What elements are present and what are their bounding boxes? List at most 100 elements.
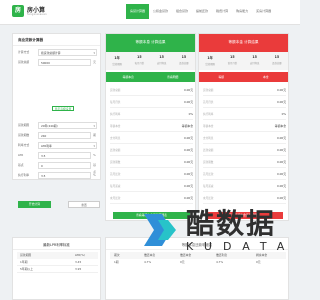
- brand-subtitle: fangxiaosuan: [27, 13, 47, 16]
- result-row: 还款总额 0.00元: [203, 144, 286, 156]
- table-cell: 1期: [114, 260, 119, 264]
- result-value: 0%: [188, 112, 193, 116]
- result-row: 等额本金 等额本金: [110, 120, 193, 132]
- stat-item: 15 支付利息: [151, 52, 173, 70]
- form-row-calc-method: 计算方式 按贷款总额计算: [18, 49, 97, 56]
- lpr-table-header: 贷款期限 LPR(%): [17, 252, 98, 259]
- field-label: 基点: [18, 163, 24, 167]
- result-label: 每月月供: [110, 101, 121, 104]
- column-header: 偿还利息: [216, 253, 228, 257]
- schedule-title: 等额本息还款明细表: [181, 243, 213, 247]
- nav-item-home-buying[interactable]: 买房计算器: [252, 4, 275, 19]
- result-value: 0.00元: [276, 148, 286, 152]
- view-schedule-button[interactable]: 查看等额本金还款明细表: [206, 212, 283, 219]
- periods-input[interactable]: 240: [38, 132, 91, 139]
- panel-tab-button[interactable]: 本金: [243, 72, 288, 82]
- stat-item: 15 还款总额: [173, 52, 195, 70]
- result-value: 0.00元: [183, 88, 193, 92]
- result-row: 每月递减 0.00元: [203, 180, 286, 192]
- result-row: 首月月供 0.00元: [203, 96, 286, 108]
- repayment-schedule-card: 等额本息还款明细表 期次 偿还本息 偿还本金 偿还利息 剩余本金 1期 4.7%…: [105, 237, 289, 300]
- calc-method-select[interactable]: 按贷款总额计算: [38, 49, 97, 56]
- stat-value: 15: [159, 55, 164, 59]
- field-label: 计算方式: [18, 50, 30, 54]
- panel-tab-button[interactable]: 等额本息: [106, 72, 151, 82]
- table-row: 5年期以上 3.95: [17, 266, 98, 273]
- result-row: 支付利息 0.00元: [203, 132, 286, 144]
- result-label: 贷款总额: [110, 89, 121, 92]
- stat-label: 贷款期限: [112, 62, 122, 66]
- result-row: 贷款期数 0.00元: [203, 156, 286, 168]
- result-row: 每月月供 0.00元: [110, 96, 193, 108]
- result-value: 0.00元: [276, 160, 286, 164]
- result-label: 首月还款: [203, 173, 214, 176]
- result-label: 末月还款: [203, 197, 214, 200]
- form-row-lpr: LPR 3.5 %: [18, 152, 97, 159]
- rate-method-select[interactable]: LPR利率: [38, 142, 97, 149]
- result-value: 0.00元: [183, 172, 193, 176]
- schedule-table-header: 期次 偿还本息 偿还本金 偿还利息 剩余本金: [110, 252, 286, 259]
- calculate-button[interactable]: 开始计算: [18, 201, 51, 208]
- main-nav: 房贷计算器 公积金贷款 组合贷款 提前还款 税费计算 购房能力 买房计算器: [126, 4, 275, 19]
- stat-label: 支付利息: [249, 61, 260, 65]
- result-value: 0.00元: [276, 184, 286, 188]
- result-value: 0.00元: [276, 88, 286, 92]
- table-cell: 0元: [256, 260, 261, 264]
- divider: [13, 249, 100, 250]
- nav-item-tax[interactable]: 税费计算: [212, 4, 232, 19]
- lpr-title: 最新LPR利率标准: [43, 243, 70, 247]
- stat-item: 15 支付利息: [244, 52, 266, 70]
- panel-tab-button[interactable]: 查看明细: [150, 72, 195, 82]
- table-cell: 5年期以上: [20, 267, 33, 271]
- result-value: 0.00元: [276, 172, 286, 176]
- unit-label: %: [93, 173, 96, 177]
- panel-header: 等额本息 计算结果: [106, 34, 195, 52]
- exec-rate-input[interactable]: 3.5: [38, 172, 91, 179]
- column-header: 贷款期限: [20, 253, 32, 257]
- panel-tab-button[interactable]: 等额: [199, 72, 244, 82]
- brand-logo-icon[interactable]: 房: [12, 5, 24, 17]
- result-label: 等额本金: [110, 125, 121, 128]
- result-row: 首月还款 0.00元: [203, 168, 286, 180]
- result-value: 等额本金: [181, 124, 193, 128]
- result-label: 执行利率: [203, 113, 214, 116]
- result-value: 0.00元: [183, 148, 193, 152]
- field-label: 利率方式: [18, 143, 30, 147]
- stat-label: 首月月供: [227, 61, 238, 65]
- result-label: 贷款期数: [203, 161, 214, 164]
- nav-item-provident-fund[interactable]: 公积金贷款: [149, 4, 172, 19]
- view-schedule-button[interactable]: 查看等额本息还款明细表: [113, 212, 190, 219]
- field-label: 贷款总额: [18, 60, 30, 64]
- form-title: 商业贷款计算器: [18, 38, 44, 42]
- summary-stats: 1年 贷款期限 15 首月月供 15 支付利息 15 还款总额: [199, 52, 288, 70]
- nav-item-affordability[interactable]: 购房能力: [232, 4, 252, 19]
- stat-label: 还款总额: [272, 61, 282, 65]
- form-row-loan-amount: 贷款总额 50000 元: [18, 59, 97, 66]
- summary-stats: 1年 贷款期限 15 每月月供 15 支付利息 15 还款总额: [106, 52, 195, 70]
- reset-button[interactable]: 重置: [68, 201, 100, 208]
- lpr-input[interactable]: 3.5: [38, 152, 91, 159]
- nav-item-mortgage[interactable]: 房贷计算器: [126, 4, 150, 19]
- unit-label: %: [93, 153, 96, 157]
- form-row-periods: 贷款期数 240 期: [18, 132, 97, 139]
- unit-label: 元: [93, 60, 96, 64]
- stat-value: 15: [252, 55, 257, 59]
- basis-points-input[interactable]: 0: [38, 162, 91, 169]
- result-value: 0.00元: [276, 136, 286, 140]
- lpr-rate-card: 最新LPR利率标准 贷款期限 LPR(%) 1年期 3.45 5年期以上 3.9…: [12, 237, 101, 300]
- panel-button-bar: 等额本息 查看明细: [106, 72, 195, 82]
- stat-value: 15: [274, 55, 280, 59]
- nav-item-combined-loan[interactable]: 组合贷款: [172, 4, 192, 19]
- show-advanced-button[interactable]: 显示高级设置: [52, 106, 74, 111]
- result-label: 首月还款: [110, 173, 121, 176]
- form-row-exec-rate: 执行利率 3.5 %: [18, 172, 97, 179]
- result-row: 等额本金 等额本金: [203, 120, 286, 132]
- stat-value: 15: [230, 55, 235, 59]
- table-row: 1期 4.7% 0元 4.7% 0元: [110, 259, 286, 266]
- loan-term-select[interactable]: 20年(240期): [38, 122, 97, 129]
- table-cell: 3.45: [75, 260, 82, 264]
- result-label: 每月递减: [203, 185, 214, 188]
- nav-item-prepayment[interactable]: 提前还款: [192, 4, 212, 19]
- loan-amount-input[interactable]: 50000: [38, 59, 91, 66]
- panel-header: 等额本金 计算结果: [199, 34, 288, 52]
